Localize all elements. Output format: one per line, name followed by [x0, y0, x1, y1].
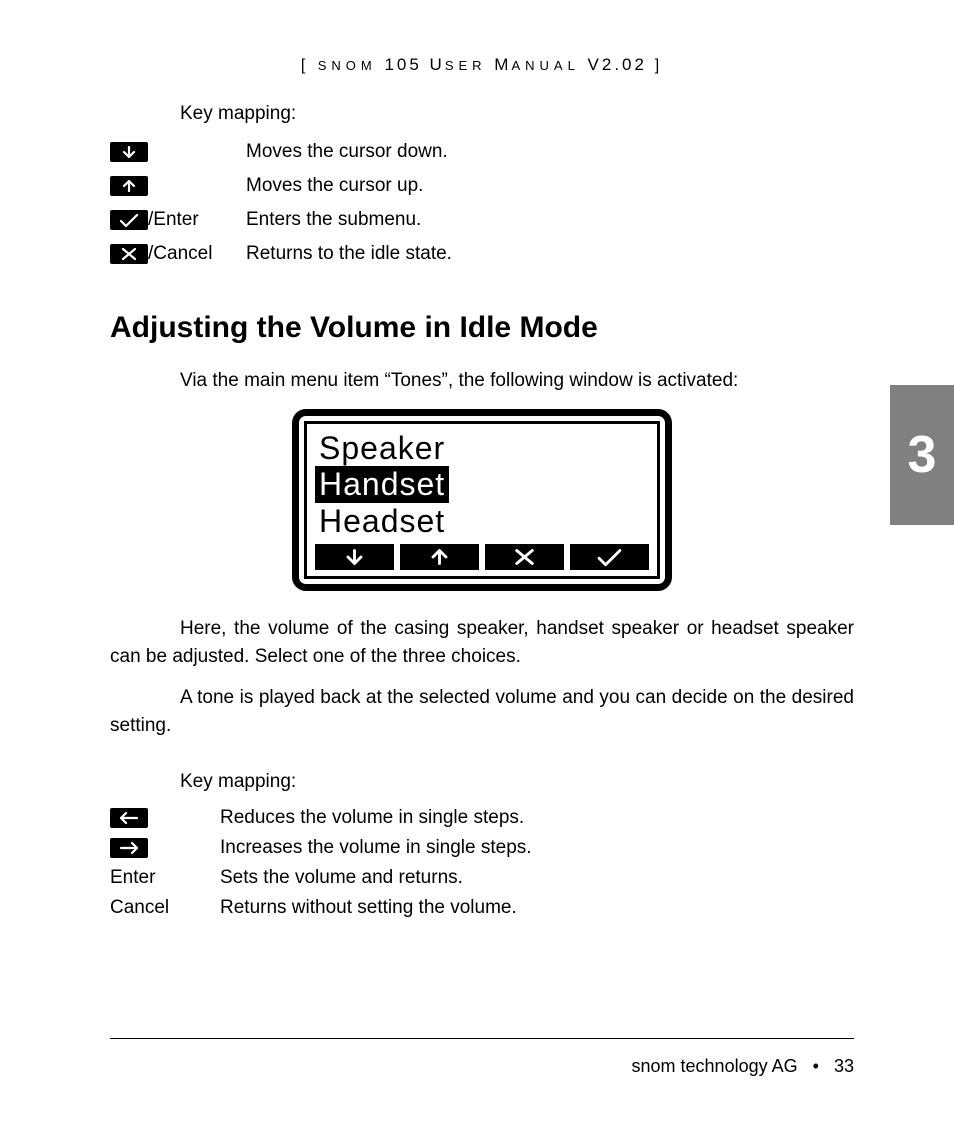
table-row: Cancel Returns without setting the volum… [110, 893, 542, 923]
manual-page: [ SNOM 105 USER MANUAL V2.02 ] Key mappi… [0, 0, 954, 1140]
keymap-desc: Moves the cursor up. [246, 169, 458, 203]
keymap2-label: Key mapping: [180, 771, 854, 793]
softkey-up-icon [400, 544, 479, 570]
lcd-line-selected: Handset [315, 466, 449, 503]
keymap-desc: Enters the submenu. [246, 203, 458, 237]
section-heading: Adjusting the Volume in Idle Mode [110, 311, 854, 345]
lcd-line: Headset [315, 503, 649, 540]
lcd-frame: Speaker Handset Headset [292, 409, 672, 591]
keymap1-label: Key mapping: [180, 103, 854, 125]
softkey-check-icon [570, 544, 649, 570]
running-header: [ SNOM 105 USER MANUAL V2.02 ] [110, 55, 854, 75]
keymap-desc: Returns to the idle state. [246, 237, 458, 271]
arrow-right-icon [110, 838, 148, 858]
table-row: /Enter Enters the submenu. [110, 203, 458, 237]
arrow-up-icon [110, 176, 148, 196]
keymap-desc: Reduces the volume in single steps. [220, 803, 542, 833]
lcd-figure: Speaker Handset Headset [110, 409, 854, 591]
paragraph: Via the main menu item “Tones”, the foll… [110, 367, 854, 395]
table-row: Increases the volume in single steps. [110, 833, 542, 863]
keymap-desc: Increases the volume in single steps. [220, 833, 542, 863]
keymap-desc: Returns without setting the volume. [220, 893, 542, 923]
arrow-left-icon [110, 808, 148, 828]
softkey-down-icon [315, 544, 394, 570]
table-row: Enter Sets the volume and returns. [110, 863, 542, 893]
check-icon [110, 210, 148, 230]
footer-company: snom technology AG [632, 1056, 798, 1076]
softkey-cross-icon [485, 544, 564, 570]
lcd-line: Speaker [315, 430, 649, 467]
keymap-desc: Moves the cursor down. [246, 135, 458, 169]
footer-bullet: • [813, 1056, 819, 1076]
lcd-softkey-row [315, 544, 649, 570]
table-row: Reduces the volume in single steps. [110, 803, 542, 833]
arrow-down-icon [110, 142, 148, 162]
footer-rule [110, 1038, 854, 1039]
rh-brand: SNOM [318, 58, 377, 73]
footer-page-number: 33 [834, 1056, 854, 1076]
page-footer: snom technology AG • 33 [632, 1056, 854, 1077]
paragraph: A tone is played back at the selected vo… [110, 684, 854, 739]
table-row: Moves the cursor up. [110, 169, 458, 203]
lcd-screen: Speaker Handset Headset [304, 421, 660, 579]
keymap2-table: Reduces the volume in single steps. Incr… [110, 803, 542, 923]
keymap1-table: Moves the cursor down. Moves the cursor … [110, 135, 458, 271]
table-row: Moves the cursor down. [110, 135, 458, 169]
chapter-tab: 3 [890, 385, 954, 525]
paragraph: Here, the volume of the casing speaker, … [110, 615, 854, 670]
keymap-desc: Sets the volume and returns. [220, 863, 542, 893]
table-row: /Cancel Returns to the idle state. [110, 237, 458, 271]
cross-icon [110, 244, 148, 264]
